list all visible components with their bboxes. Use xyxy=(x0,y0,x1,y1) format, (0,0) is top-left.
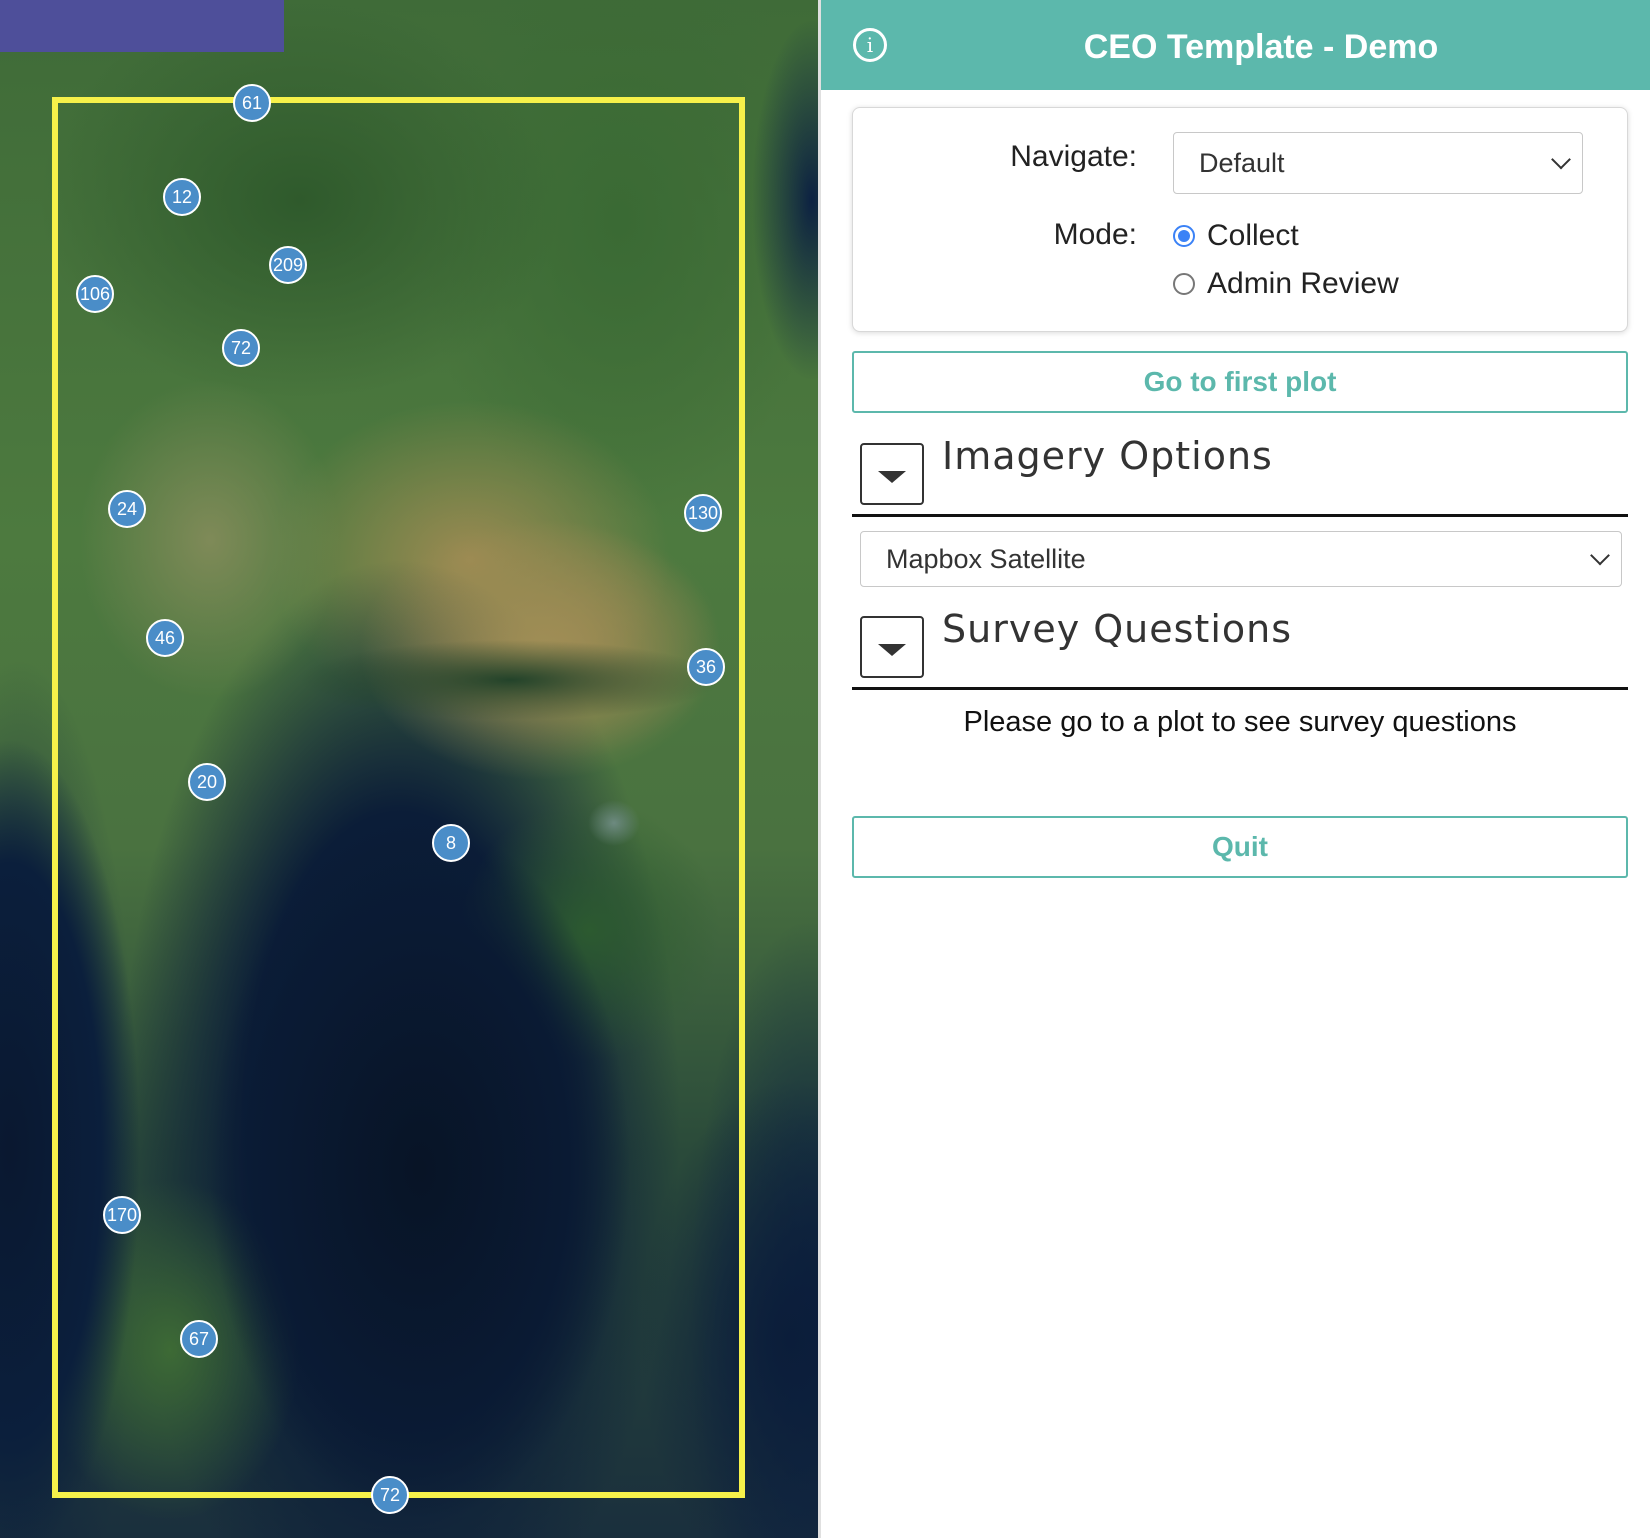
radio-admin-review-label: Admin Review xyxy=(1207,267,1399,300)
imagery-options-title: Imagery Options xyxy=(942,434,1273,478)
plot-cluster-marker[interactable]: 106 xyxy=(76,275,114,313)
quit-button[interactable]: Quit xyxy=(852,816,1628,878)
mode-label: Mode: xyxy=(1053,218,1137,251)
survey-placeholder-message: Please go to a plot to see survey questi… xyxy=(963,706,1517,738)
panel-header: i CEO Template - Demo xyxy=(821,0,1650,90)
plot-cluster-marker[interactable]: 209 xyxy=(269,246,307,284)
mode-option-collect[interactable]: Collect xyxy=(1173,218,1299,254)
map-control-tab[interactable] xyxy=(0,0,284,52)
plot-cluster-marker[interactable]: 8 xyxy=(432,824,470,862)
imagery-options-section: Imagery Options xyxy=(852,432,1628,517)
side-panel: i CEO Template - Demo Navigate: Default … xyxy=(821,0,1650,1538)
go-to-first-plot-button[interactable]: Go to first plot xyxy=(852,351,1628,413)
plot-cluster-marker[interactable]: 170 xyxy=(103,1196,141,1234)
map-view[interactable]: 61 12 209 106 72 24 130 46 36 20 8 170 6… xyxy=(0,0,818,1538)
info-circle-icon[interactable]: i xyxy=(853,28,887,62)
mode-option-admin-review[interactable]: Admin Review xyxy=(1173,266,1399,302)
plot-cluster-marker[interactable]: 20 xyxy=(188,763,226,801)
navigation-card: Navigate: Default Mode: Collect Admin Re… xyxy=(852,107,1628,332)
survey-questions-title: Survey Questions xyxy=(942,607,1293,651)
plot-cluster-marker[interactable]: 61 xyxy=(233,84,271,122)
navigate-select[interactable]: Default xyxy=(1173,132,1583,194)
project-boundary xyxy=(52,97,745,1498)
imagery-select[interactable]: Mapbox Satellite xyxy=(860,531,1622,587)
radio-admin-review[interactable] xyxy=(1173,273,1195,295)
caret-down-icon xyxy=(878,471,906,483)
radio-collect[interactable] xyxy=(1173,225,1195,247)
survey-questions-toggle[interactable] xyxy=(860,616,924,678)
plot-cluster-marker[interactable]: 24 xyxy=(108,490,146,528)
plot-cluster-marker[interactable]: 130 xyxy=(684,494,722,532)
imagery-selected-value: Mapbox Satellite xyxy=(886,543,1086,574)
plot-cluster-marker[interactable]: 12 xyxy=(163,178,201,216)
survey-questions-section: Survey Questions xyxy=(852,605,1628,690)
radio-collect-label: Collect xyxy=(1207,219,1299,252)
chevron-down-icon xyxy=(1551,149,1571,170)
plot-cluster-marker[interactable]: 67 xyxy=(180,1320,218,1358)
project-title: CEO Template - Demo xyxy=(1083,28,1439,66)
caret-down-icon xyxy=(878,644,906,656)
plot-cluster-marker[interactable]: 72 xyxy=(371,1476,409,1514)
plot-cluster-marker[interactable]: 72 xyxy=(222,329,260,367)
plot-cluster-marker[interactable]: 36 xyxy=(687,648,725,686)
navigate-selected-value: Default xyxy=(1199,147,1285,178)
chevron-down-icon xyxy=(1590,545,1610,566)
navigate-label: Navigate: xyxy=(1010,140,1137,173)
plot-cluster-marker[interactable]: 46 xyxy=(146,619,184,657)
imagery-options-toggle[interactable] xyxy=(860,443,924,505)
